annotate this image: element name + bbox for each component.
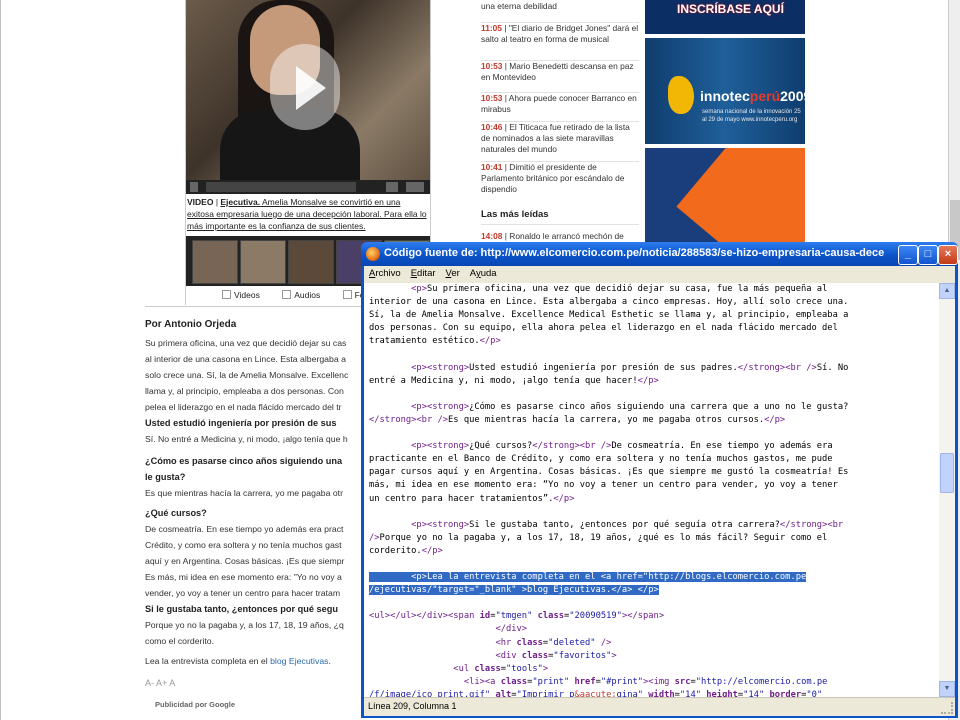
divider	[481, 92, 639, 93]
article-paragraph-line: Crédito, y como era soltera y no tenía m…	[145, 540, 342, 550]
news-time: 10:46	[481, 122, 503, 132]
most-read-item[interactable]: 14:08 | Ronaldo le arrancó mechón de	[481, 231, 641, 242]
menu-ayuda[interactable]: Ayuda	[465, 266, 502, 281]
maximize-button[interactable]: □	[918, 245, 938, 265]
news-text: una eterna debilidad	[481, 1, 557, 11]
menu-bar: Archivo Editar Ver Ayuda	[364, 266, 955, 283]
video-controls[interactable]	[186, 180, 430, 194]
divider	[481, 22, 639, 23]
google-ads-label: Publicidad por Google	[155, 700, 236, 709]
scroll-up-icon[interactable]: ▲	[939, 283, 955, 299]
innotec-logo: innotecperú2009	[700, 88, 812, 104]
news-time: 11:05	[481, 23, 502, 33]
source-code: <p>Su primera oficina, una vez que decid…	[369, 284, 849, 697]
divider	[481, 60, 639, 61]
article-paragraph-line: vender, yo voy a tener un centro para ha…	[145, 588, 341, 598]
ad-inscribase-text: INSCRÍBASE AQUÍ	[677, 2, 784, 16]
article-paragraph-line: Es más, mi idea en ese momento era: "Yo …	[145, 572, 342, 582]
menu-ver[interactable]: Ver	[441, 266, 465, 281]
read-more-prefix: Lea la entrevista completa en el	[145, 656, 271, 666]
video-caption: VIDEO | Ejecutiva. Amelia Monsalve se co…	[187, 197, 427, 231]
news-item[interactable]: 11:05 | "El diario de Bridget Jones" dar…	[481, 23, 641, 45]
checkbox-icon	[342, 290, 352, 299]
status-bar: Línea 209, Columna 1	[364, 697, 955, 716]
thumbnail[interactable]	[192, 240, 238, 284]
play-icon	[296, 66, 326, 110]
page-left-border	[0, 0, 1, 720]
news-item[interactable]: 10:53 | Mario Benedetti descansa en paz …	[481, 61, 641, 83]
news-time: 10:53	[481, 61, 503, 71]
source-scrollbar[interactable]: ▲ ▼	[939, 283, 955, 697]
view-source-window: Código fuente de: http://www.elcomercio.…	[361, 242, 958, 718]
news-item[interactable]: 10:46 | El Titicaca fue retirado de la l…	[481, 122, 641, 155]
window-titlebar[interactable]: Código fuente de: http://www.elcomercio.…	[361, 242, 958, 266]
source-code-view[interactable]: <p>Su primera oficina, una vez que decid…	[364, 283, 939, 697]
most-read-title: Las más leídas	[481, 209, 549, 220]
article-paragraph-line: aquí y en Argentina. Cosas básicas. ¡Es …	[145, 556, 345, 566]
article-question: ¿Qué cursos?	[145, 508, 207, 518]
article-paragraph-line: De cosmeatría. En ese tiempo yo además e…	[145, 524, 344, 534]
tab-videos[interactable]: Videos	[222, 290, 270, 300]
article-question: le gusta?	[145, 472, 186, 482]
tab-audios[interactable]: Audios	[282, 290, 330, 300]
news-text: Dimitió el presidente de Parlamento brit…	[481, 162, 625, 194]
divider	[481, 224, 639, 225]
article-paragraph-line: Su primera oficina, una vez que decidió …	[145, 338, 347, 348]
article-question: ¿Cómo es pasarse cinco años siguiendo un…	[145, 456, 343, 466]
minimize-button[interactable]: _	[898, 245, 918, 265]
scroll-down-icon[interactable]: ▼	[939, 681, 955, 697]
divider	[145, 306, 363, 307]
article-paragraph-line: Porque yo no la pagaba y, a los 17, 18, …	[145, 620, 344, 630]
menu-archivo[interactable]: Archivo	[364, 266, 406, 281]
scroll-thumb[interactable]	[940, 453, 954, 493]
article-question: Si le gustaba tanto, ¿entonces por qué s…	[145, 604, 338, 614]
read-more-line: Lea la entrevista completa en el blog Ej…	[145, 653, 363, 669]
font-size-tools[interactable]: A- A+ A	[145, 678, 175, 688]
article-paragraph-line: solo crece una. Sí, la de Amelia Monsalv…	[145, 370, 349, 380]
video-caption-title[interactable]: Ejecutiva.	[220, 197, 260, 207]
news-item[interactable]: 10:41 | Dimitió el presidente de Parlame…	[481, 162, 641, 195]
news-text: Ahora puede conocer Barranco en mirabus	[481, 93, 637, 114]
news-item[interactable]: una eterna debilidad	[481, 1, 641, 12]
article-paragraph-line: pelea el liderazgo en el nada flácido me…	[145, 402, 342, 412]
video-caption-label: VIDEO	[187, 197, 214, 207]
ad-inscribase[interactable]: INSCRÍBASE AQUÍ	[645, 0, 805, 34]
news-text: "El diario de Bridget Jones" dará el sal…	[481, 23, 639, 44]
news-time: 10:53	[481, 93, 503, 103]
ad-banner-orange[interactable]	[645, 148, 805, 242]
peru-map-icon	[668, 76, 694, 114]
window-title: Código fuente de: http://www.elcomercio.…	[384, 247, 884, 259]
article-paragraph-line: Es que mientras hacía la carrera, yo me …	[145, 488, 343, 498]
article-author: Por Antonio Orjeda	[145, 319, 237, 330]
divider	[481, 161, 639, 162]
thumbnail[interactable]	[288, 240, 334, 284]
close-button[interactable]: ×	[938, 245, 958, 265]
blog-ejecutivas-link[interactable]: blog Ejecutivas	[270, 656, 328, 666]
news-text: Mario Benedetti descansa en paz en Monte…	[481, 61, 634, 82]
article-paragraph-line: Sí. No entré a Medicina y, ni modo, ¡alg…	[145, 434, 348, 444]
read-more-suffix: .	[328, 656, 331, 666]
news-time: 10:41	[481, 162, 503, 172]
firefox-icon	[366, 247, 380, 261]
news-item[interactable]: 10:53 | Ahora puede conocer Barranco en …	[481, 93, 641, 115]
divider	[481, 121, 639, 122]
innotec-subtitle: semana nacional de la innovación 25 al 2…	[702, 109, 801, 123]
checkbox-icon	[282, 290, 292, 299]
article-paragraph-line: llama y, al principio, empleaba a dos pe…	[145, 386, 344, 396]
article-paragraph-line: como el corderito.	[145, 636, 215, 646]
article-question: Usted estudió ingeniería por presión de …	[145, 418, 337, 428]
article-paragraph-line: al interior de una casona en Lince. Esta…	[145, 354, 346, 364]
checkbox-icon	[222, 290, 231, 299]
thumbnail[interactable]	[240, 240, 286, 284]
news-text: El Titicaca fue retirado de la lista de …	[481, 122, 630, 154]
menu-editar[interactable]: Editar	[406, 266, 441, 281]
resize-grip-icon[interactable]	[941, 702, 953, 714]
cursor-position: Línea 209, Columna 1	[368, 701, 457, 711]
